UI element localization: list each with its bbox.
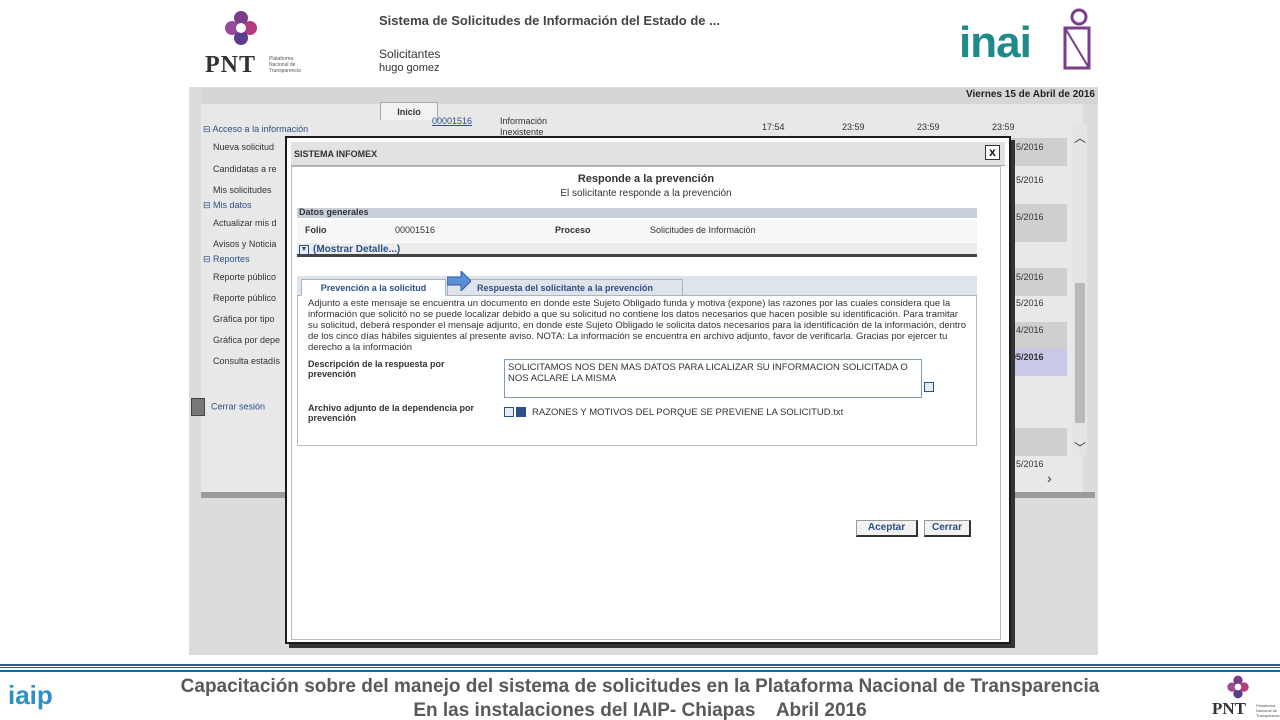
sidebar-item-grafica-tipo[interactable]: Gráfica por tipo <box>213 314 275 324</box>
bg-time-2: 23:59 <box>842 122 865 132</box>
response-label: Descripción de la respuesta por prevenci… <box>308 359 445 379</box>
bg-folio-link[interactable]: 00001516 <box>432 116 472 126</box>
scroll-right-icon[interactable]: › <box>1047 470 1052 486</box>
proceso-label: Proceso <box>555 225 591 235</box>
sidebar-item-candidatas[interactable]: Candidatas a re <box>213 164 277 174</box>
pnt-flower-icon <box>1227 675 1249 699</box>
date-bar: Viernes 15 de Abril de 2016 <box>201 88 1098 104</box>
bg-date-frag: 5/2016 <box>1016 175 1044 185</box>
user-role: Solicitantes <box>379 47 441 61</box>
show-details-link[interactable]: (Mostrar Detalle...) <box>313 244 400 255</box>
footer-title: Capacitación sobre del manejo del sistem… <box>180 676 1100 697</box>
sidebar-section-acceso[interactable]: ⊟ Acceso a la información <box>203 124 308 135</box>
sidebar-section-reportes[interactable]: ⊟ Reportes <box>203 254 250 265</box>
accept-button[interactable]: Aceptar <box>856 520 918 537</box>
bg-date-frag: 5/2016 <box>1016 212 1044 222</box>
tab-respuesta[interactable]: Respuesta del solicitante a la prevenció… <box>447 279 683 296</box>
arrow-right-icon <box>447 271 471 291</box>
footer-rule-mid <box>0 667 1280 668</box>
attachment-file-name[interactable]: RAZONES Y MOTIVOS DEL PORQUE SE PREVIENE… <box>532 407 843 418</box>
logout-link[interactable]: Cerrar sesión <box>191 398 265 416</box>
pnt-flower-icon <box>225 11 257 45</box>
sidebar-item-avisos[interactable]: Avisos y Noticia <box>213 239 276 249</box>
scroll-up-icon[interactable]: ︿ <box>1074 129 1086 146</box>
folio-value: 00001516 <box>395 225 436 235</box>
dialog-titlebar: SISTEMA INFOMEX x <box>291 142 1005 166</box>
tab-inicio[interactable]: Inicio <box>380 102 438 120</box>
tab-prevencion[interactable]: Prevención a la solicitud <box>301 279 446 296</box>
scroll-down-icon[interactable]: ﹀ <box>1074 439 1086 456</box>
dialog-body: Responde a la prevención El solicitante … <box>291 166 1001 640</box>
close-button[interactable]: x <box>985 145 1000 160</box>
scroll-thumb[interactable] <box>1075 283 1085 423</box>
inai-wordmark: inai <box>959 18 1032 67</box>
sidebar-item-reporte-publico-1[interactable]: Reporte público <box>213 272 276 282</box>
pnt-footer-logo: PNT Plataforma Nacional de Transparencia <box>1212 673 1280 720</box>
bg-date-frag: 5/2016 <box>1016 272 1044 282</box>
system-title: Sistema de Solicitudes de Información de… <box>379 13 720 28</box>
bg-row-shade <box>1009 204 1067 242</box>
bg-date-frag: 5/2016 <box>1016 459 1044 469</box>
view-file-icon[interactable] <box>504 407 514 417</box>
table-scrollbar[interactable]: ︿ ﹀ <box>1073 123 1087 455</box>
bg-status-line1: Información <box>500 116 548 126</box>
tab-content: Adjunto a este mensaje se encuentra un d… <box>297 296 977 446</box>
dialog-title: SISTEMA INFOMEX <box>294 149 378 159</box>
proceso-value: Solicitudes de Información <box>650 225 756 235</box>
dialog-heading: Responde a la prevención <box>577 173 715 185</box>
sidebar-item-grafica-depe[interactable]: Gráfica por depe <box>213 335 280 345</box>
app-header: PNT Plataforma Nacional de Transparencia… <box>189 0 1098 87</box>
sidebar-item-nueva-solicitud[interactable]: Nueva solicitud <box>213 142 274 152</box>
details-toggle[interactable]: ▼ (Mostrar Detalle...) <box>297 243 977 257</box>
footer-rule <box>0 664 1280 672</box>
door-icon <box>191 398 205 416</box>
folio-label: Folio <box>305 225 327 235</box>
zoom-icon[interactable] <box>924 382 934 392</box>
general-data-label: Datos generales <box>299 207 369 217</box>
bg-date-frag: 05/2016 <box>1011 352 1044 362</box>
pnt-subtitle: Plataforma Nacional de Transparencia <box>269 56 301 74</box>
general-data-header: Datos generales <box>297 207 977 218</box>
bg-time-3: 23:59 <box>917 122 940 132</box>
bg-date-frag: 5/2016 <box>1016 142 1044 152</box>
inai-logo: inai <box>957 4 1097 78</box>
dialog-subheading: El solicitante responde a la prevención <box>560 188 732 199</box>
sidebar-item-actualizar[interactable]: Actualizar mis d <box>213 218 277 228</box>
cancel-button[interactable]: Cerrar <box>924 520 971 537</box>
bg-time-1: 17:54 <box>762 122 785 132</box>
sidebar-section-mis-datos[interactable]: ⊟ Mis datos <box>203 200 252 211</box>
expand-icon: ▼ <box>299 245 309 255</box>
sidebar-item-reporte-publico-2[interactable]: Reporte público <box>213 293 276 303</box>
response-textarea[interactable]: SOLICITAMOS NOS DEN MAS DATOS PARA LICAL… <box>504 359 922 398</box>
bg-date-frag: 4/2016 <box>1016 325 1044 335</box>
save-file-icon[interactable] <box>516 407 526 417</box>
inai-figure-icon <box>1063 8 1091 70</box>
attachment-label: Archivo adjunto de la dependencia por pr… <box>308 403 475 423</box>
current-date: Viernes 15 de Abril de 2016 <box>966 89 1095 100</box>
sidebar-item-mis-solicitudes[interactable]: Mis solicitudes <box>213 185 272 195</box>
dialog-tabs: Prevención a la solicitud Respuesta del … <box>297 276 977 296</box>
user-name: hugo gomez <box>379 62 440 74</box>
infomex-dialog: SISTEMA INFOMEX x Responde a la prevenci… <box>285 136 1011 644</box>
bg-row-shade <box>1009 428 1067 456</box>
bg-date-frag: 5/2016 <box>1016 298 1044 308</box>
sidebar-item-consulta[interactable]: Consulta estadís <box>213 356 280 366</box>
slide: PNT Plataforma Nacional de Transparencia… <box>0 0 1280 720</box>
footer-subtitle: En las instalaciones del IAIP- Chiapas A… <box>413 700 867 720</box>
pnt-logo: PNT Plataforma Nacional de Transparencia <box>201 6 311 78</box>
pnt-wordmark: PNT <box>205 52 256 78</box>
general-data-row: Folio 00001516 Proceso Solicitudes de In… <box>297 220 977 242</box>
bg-time-4: 23:59 <box>992 122 1015 132</box>
prevention-notice: Adjunto a este mensaje se encuentra un d… <box>308 298 967 353</box>
pnt-footer-subtitle: Plataforma Nacional de Transparencia <box>1256 703 1280 718</box>
pnt-footer-wordmark: PNT <box>1212 699 1246 718</box>
attachment-icons <box>504 404 528 422</box>
